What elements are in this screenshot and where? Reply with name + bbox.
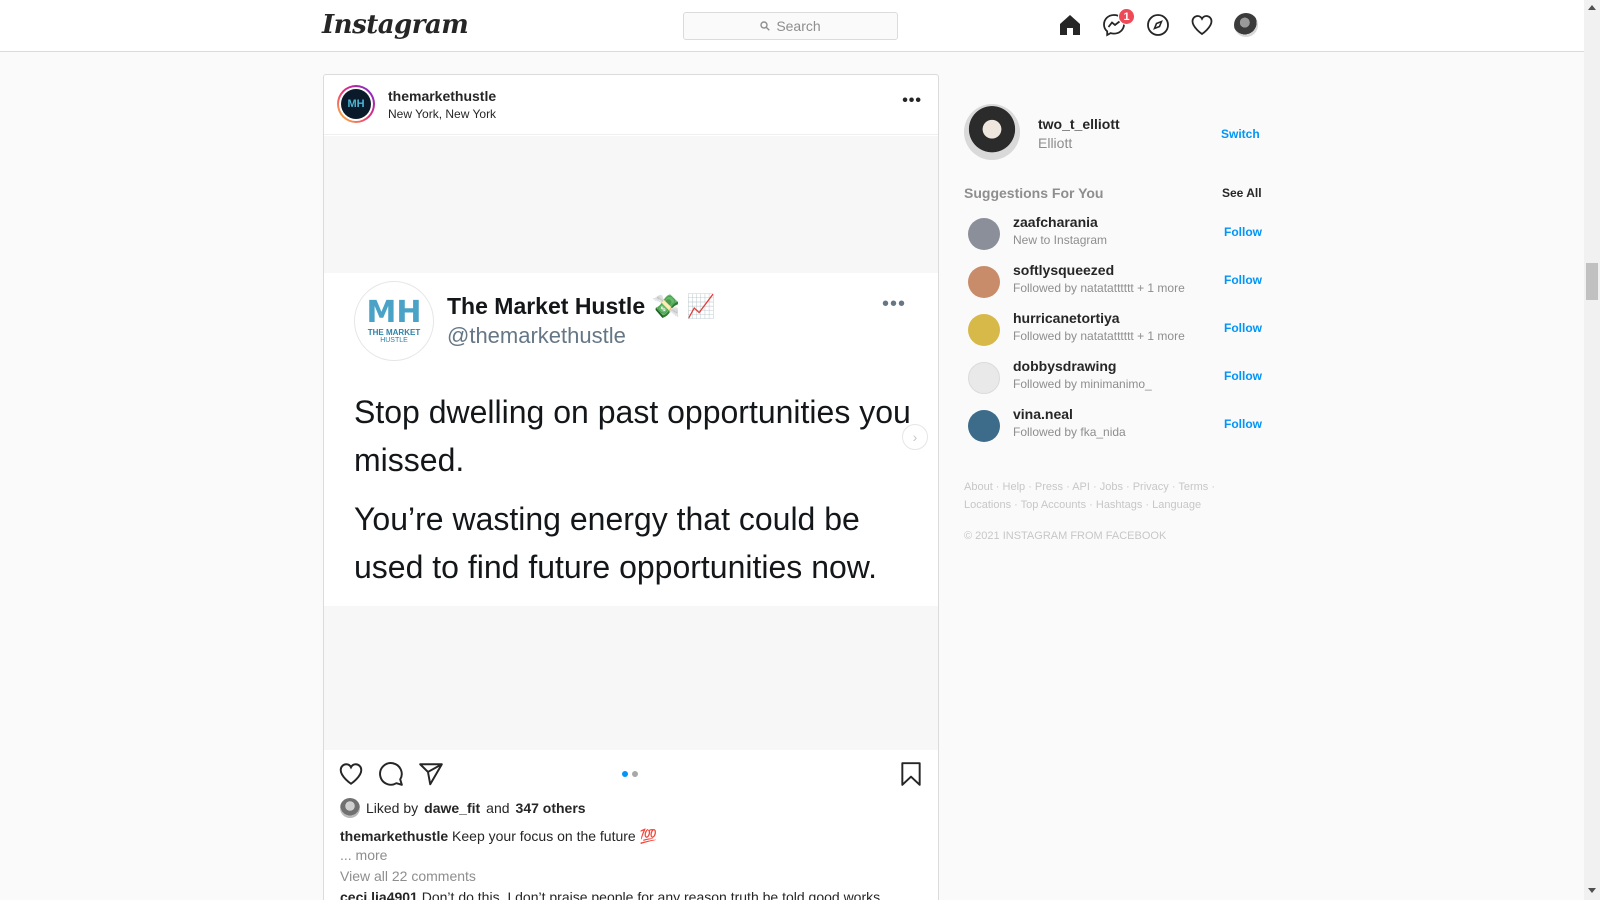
post-media[interactable]: MH THE MARKET HUSTLE The Market Hustle 💸… [324, 136, 938, 750]
post-options-icon[interactable]: ••• [902, 92, 922, 110]
activity-heart-icon[interactable] [1190, 13, 1214, 37]
comment-icon[interactable] [378, 761, 404, 787]
carousel-indicator [622, 771, 638, 777]
suggestion-avatar[interactable] [968, 410, 1000, 442]
like-heart-icon[interactable] [338, 761, 364, 787]
tweet-display-name: The Market Hustle 💸 📈 [447, 293, 716, 319]
suggestion-item: zaafcharania New to Instagram Follow [968, 214, 1262, 254]
post-caption: themarkethustle Keep your focus on the f… [340, 828, 657, 845]
suggestion-username[interactable]: softlysqueezed [1013, 262, 1114, 278]
scrollbar[interactable] [1584, 0, 1600, 900]
share-icon[interactable] [418, 761, 444, 787]
tweet-logo-text-2: HUSTLE [380, 337, 408, 344]
current-user-avatar[interactable] [964, 104, 1020, 160]
switch-account-button[interactable]: Switch [1221, 127, 1260, 141]
post-location[interactable]: New York, New York [388, 107, 496, 121]
suggestion-username[interactable]: dobbysdrawing [1013, 358, 1116, 374]
post-header: MH themarkethustle New York, New York ••… [324, 75, 938, 135]
current-user-fullname: Elliott [1038, 135, 1073, 151]
post-actions [324, 751, 938, 797]
suggestion-subtext: New to Instagram [1013, 233, 1108, 247]
suggestion-item: vina.neal Followed by fka_nida Follow [968, 406, 1262, 446]
suggestion-subtext: Followed by natatatttttt + 1 more [1013, 281, 1185, 295]
liker-avatar[interactable] [340, 798, 360, 818]
scroll-up-arrow-icon[interactable] [1588, 5, 1596, 10]
explore-icon[interactable] [1146, 13, 1170, 37]
footer-links[interactable]: About · Help · Press · API · Jobs · Priv… [964, 478, 1264, 514]
search-input[interactable]: Search [683, 12, 898, 40]
carousel-next-icon[interactable]: › [902, 424, 928, 450]
suggestion-item: dobbysdrawing Followed by minimanimo_ Fo… [968, 358, 1262, 398]
follow-button[interactable]: Follow [1224, 273, 1262, 287]
tweet-logo-mark: MH [366, 295, 422, 330]
profile-avatar-image [1234, 13, 1258, 37]
comment-username[interactable]: ceci.lia4901 [340, 889, 418, 900]
profile-avatar[interactable] [1234, 13, 1258, 37]
tweet-text-1: Stop dwelling on past opportunities you … [354, 394, 911, 478]
search-icon [760, 21, 771, 31]
likes-middle: and [486, 800, 510, 816]
tweet-text-2: You’re wasting energy that could be used… [354, 501, 878, 585]
instagram-logo[interactable]: Instagram [322, 10, 469, 40]
suggestion-subtext: Followed by natatatttttt + 1 more [1013, 329, 1185, 343]
caption-username[interactable]: themarkethustle [340, 828, 448, 844]
copyright: © 2021 INSTAGRAM FROM FACEBOOK [964, 530, 1167, 542]
messenger-icon[interactable]: 1 [1102, 8, 1135, 37]
current-username[interactable]: two_t_elliott [1038, 116, 1120, 132]
nav-icons: 1 [1058, 8, 1258, 37]
follow-button[interactable]: Follow [1224, 369, 1262, 383]
carousel-dot [632, 771, 638, 777]
comment-preview: ceci.lia4901 Don’t do this. I don’t prai… [340, 889, 900, 900]
likes-summary: Liked by dawe_fit and 347 others [340, 798, 586, 818]
tweet-handle: @themarkethustle [447, 323, 626, 348]
tweet-screenshot: MH THE MARKET HUSTLE The Market Hustle 💸… [324, 273, 938, 606]
scroll-down-arrow-icon[interactable] [1588, 888, 1596, 893]
post-username[interactable]: themarkethustle [388, 88, 496, 104]
suggestion-avatar[interactable] [968, 218, 1000, 250]
post-author-avatar[interactable]: MH [337, 85, 375, 123]
comment-text: Don’t do this. I don’t praise people for… [421, 889, 881, 900]
suggestion-item: softlysqueezed Followed by natatatttttt … [968, 262, 1262, 302]
suggestion-subtext: Followed by fka_nida [1013, 425, 1126, 439]
follow-button[interactable]: Follow [1224, 321, 1262, 335]
suggestion-avatar[interactable] [968, 314, 1000, 346]
home-icon[interactable] [1058, 13, 1082, 37]
suggestion-item: hurricanetortiya Followed by natatattttt… [968, 310, 1262, 350]
suggestion-username[interactable]: vina.neal [1013, 406, 1073, 422]
likes-prefix: Liked by [366, 800, 419, 816]
see-all-link[interactable]: See All [1222, 186, 1262, 200]
caption-more-link[interactable]: ... more [340, 847, 387, 863]
suggestions-title: Suggestions For You [964, 185, 1104, 201]
carousel-dot-active [622, 771, 628, 777]
search-placeholder: Search [776, 18, 821, 34]
tweet-avatar: MH THE MARKET HUSTLE [354, 281, 434, 361]
messages-badge: 1 [1118, 8, 1135, 25]
save-bookmark-icon[interactable] [898, 761, 924, 787]
feed-post: MH themarkethustle New York, New York ••… [323, 74, 939, 900]
tweet-more-icon: ••• [881, 293, 906, 315]
suggestion-username[interactable]: zaafcharania [1013, 214, 1098, 230]
suggestion-avatar[interactable] [968, 266, 1000, 298]
liker-username[interactable]: dawe_fit [424, 800, 480, 816]
tweet-logo-text: THE MARKET [367, 328, 421, 337]
view-all-comments-link[interactable]: View all 22 comments [340, 868, 476, 884]
suggestion-avatar[interactable] [968, 362, 1000, 394]
suggestion-subtext: Followed by minimanimo_ [1013, 377, 1152, 391]
follow-button[interactable]: Follow [1224, 417, 1262, 431]
market-hustle-logo-icon: MH [341, 89, 371, 119]
follow-button[interactable]: Follow [1224, 225, 1262, 239]
scrollbar-thumb[interactable] [1586, 263, 1598, 300]
suggestion-username[interactable]: hurricanetortiya [1013, 310, 1120, 326]
likes-count-link[interactable]: 347 others [516, 800, 586, 816]
caption-text: Keep your focus on the future 💯 [452, 828, 658, 844]
top-nav: Instagram Search 1 [0, 0, 1584, 52]
